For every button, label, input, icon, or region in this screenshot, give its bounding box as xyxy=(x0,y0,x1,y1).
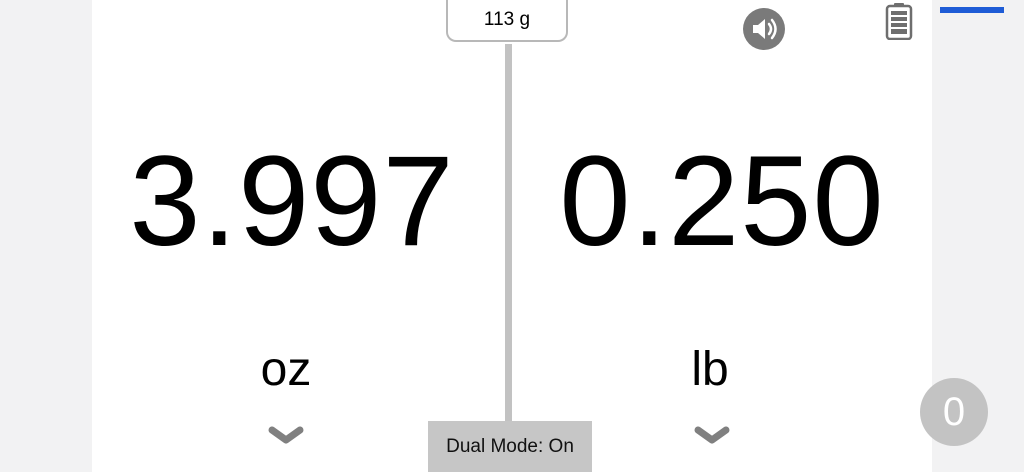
chevron-down-icon[interactable] xyxy=(692,424,732,446)
right-weight-readout: 0.250 xyxy=(559,130,885,273)
right-unit-selector[interactable]: lb xyxy=(590,342,830,398)
center-divider xyxy=(505,44,512,424)
chevron-down-icon[interactable] xyxy=(266,424,306,446)
left-unit-selector[interactable]: oz xyxy=(166,342,406,398)
dual-mode-button[interactable]: Dual Mode: On xyxy=(428,421,592,472)
speaker-icon[interactable] xyxy=(742,7,786,51)
menu-bar[interactable] xyxy=(940,7,1004,13)
tare-button[interactable]: 0 xyxy=(920,378,988,446)
scale-app: 3.997 0.250 oz lb 113 g Dual Mode: On 0 xyxy=(0,0,1024,472)
gram-weight-chip: 113 g xyxy=(446,0,568,42)
left-weight-readout: 3.997 xyxy=(129,130,455,273)
battery-icon xyxy=(885,3,913,40)
